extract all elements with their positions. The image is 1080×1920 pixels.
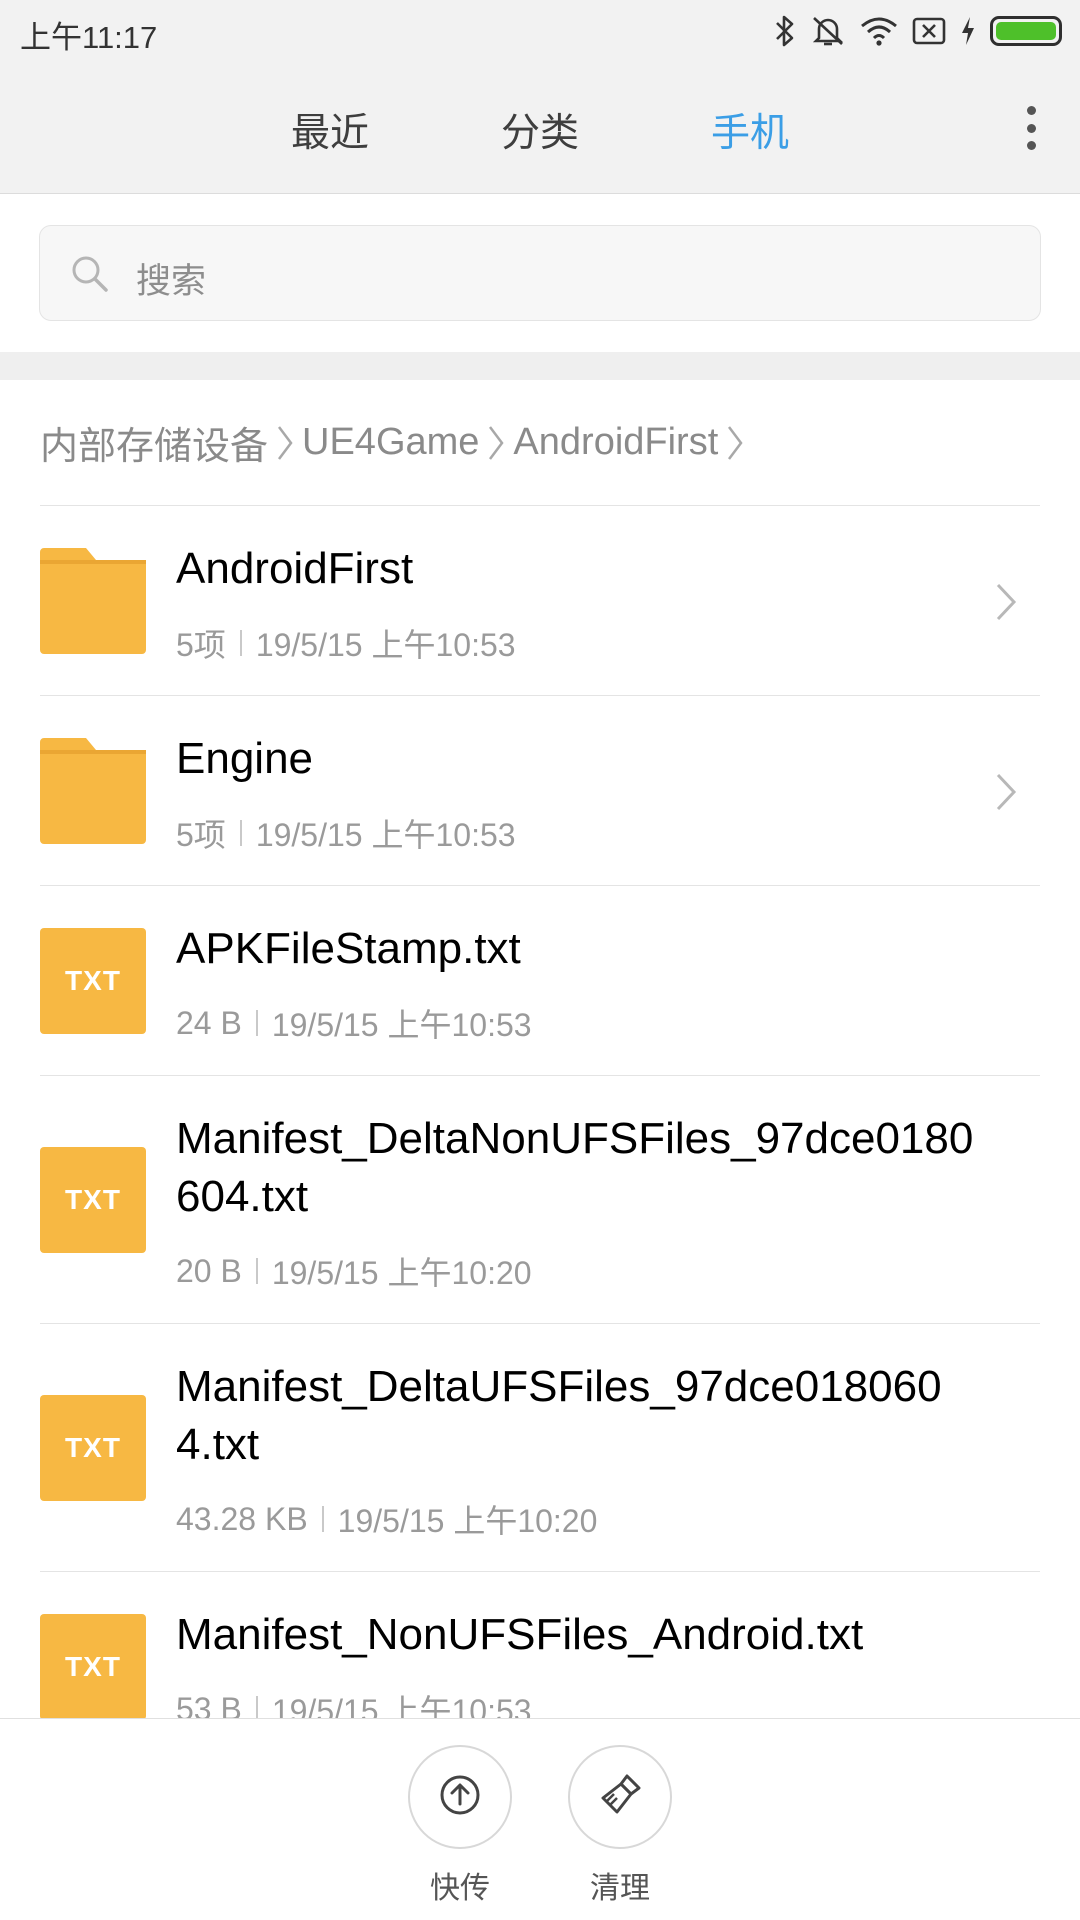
status-bar: 上午11:17 xyxy=(0,0,1080,62)
quick-share-button[interactable]: 快传 xyxy=(408,1745,512,1907)
file-date: 19/5/15 上午10:20 xyxy=(271,1255,532,1291)
no-sim-icon xyxy=(912,16,946,46)
file-date: 19/5/15 上午10:53 xyxy=(271,1007,532,1043)
file-date: 19/5/15 上午10:53 xyxy=(255,627,516,663)
search-area: 搜索 xyxy=(0,195,1080,352)
clean-label: 清理 xyxy=(590,1871,650,1906)
file-info: 5项 xyxy=(176,817,226,853)
clean-circle[interactable] xyxy=(568,1745,672,1849)
battery-icon xyxy=(990,16,1062,46)
file-row-txt[interactable]: TXT APKFileStamp.txt 24 B 19/5/15 上午10:53 xyxy=(0,886,1080,1076)
section-divider xyxy=(0,352,1080,380)
file-row-txt[interactable]: TXT Manifest_NonUFSFiles_Android.txt 53 … xyxy=(0,1572,1080,1718)
chevron-right-icon xyxy=(994,582,1018,626)
search-input[interactable]: 搜索 xyxy=(39,225,1041,321)
upload-icon xyxy=(438,1773,482,1821)
chevron-right-icon xyxy=(994,772,1018,816)
breadcrumb-item-ue4game[interactable]: UE4Game xyxy=(302,421,479,464)
file-row-txt[interactable]: TXT Manifest_DeltaUFSFiles_97dce0180604.… xyxy=(0,1324,1080,1572)
search-placeholder: 搜索 xyxy=(136,262,207,302)
txt-file-icon: TXT xyxy=(40,928,146,1034)
tab-category[interactable]: 分类 xyxy=(470,102,610,158)
breadcrumb-item-androidfirst[interactable]: AndroidFirst xyxy=(513,421,718,464)
file-date: 19/5/15 上午10:20 xyxy=(337,1503,598,1539)
mute-icon xyxy=(810,14,846,48)
quick-share-label: 快传 xyxy=(430,1871,490,1906)
battery-level xyxy=(996,22,1056,40)
file-meta: 20 B 19/5/15 上午10:20 xyxy=(176,1248,532,1294)
file-name: Manifest_DeltaNonUFSFiles_97dce0180604.t… xyxy=(176,1114,974,1221)
folder-icon xyxy=(40,548,146,654)
broom-icon xyxy=(597,1772,643,1822)
file-info: 53 B xyxy=(176,1690,242,1719)
file-list: AndroidFirst 5项 19/5/15 上午10:53 Engine 5项… xyxy=(0,506,1080,1718)
meta-separator xyxy=(255,1010,258,1036)
quick-share-circle[interactable] xyxy=(408,1745,512,1849)
breadcrumb: 内部存储设备 UE4Game AndroidFirst xyxy=(40,380,1040,506)
file-name: Engine xyxy=(176,734,314,783)
meta-separator xyxy=(321,1506,324,1532)
file-meta: 5项 19/5/15 上午10:53 xyxy=(176,620,516,666)
txt-file-icon: TXT xyxy=(40,1147,146,1253)
bluetooth-icon xyxy=(774,14,796,48)
file-name: Manifest_NonUFSFiles_Android.txt xyxy=(176,1610,864,1659)
more-options-button[interactable] xyxy=(1016,100,1046,156)
file-meta: 43.28 KB 19/5/15 上午10:20 xyxy=(176,1496,597,1542)
file-meta: 53 B 19/5/15 上午10:53 xyxy=(176,1686,532,1718)
file-meta: 24 B 19/5/15 上午10:53 xyxy=(176,1000,532,1046)
breadcrumb-item-storage[interactable]: 内部存储设备 xyxy=(40,415,268,470)
meta-separator xyxy=(255,1258,258,1284)
clean-button[interactable]: 清理 xyxy=(568,1745,672,1907)
chevron-right-icon xyxy=(485,423,507,463)
file-info: 43.28 KB xyxy=(176,1500,308,1537)
tab-bar: 最近 分类 手机 xyxy=(0,62,1080,194)
meta-separator xyxy=(239,820,242,846)
file-name: Manifest_DeltaUFSFiles_97dce0180604.txt xyxy=(176,1362,942,1469)
meta-separator xyxy=(255,1696,258,1718)
file-meta: 5项 19/5/15 上午10:53 xyxy=(176,810,516,856)
file-name: APKFileStamp.txt xyxy=(176,924,521,973)
tab-phone[interactable]: 手机 xyxy=(680,102,820,158)
file-row-txt[interactable]: TXT Manifest_DeltaNonUFSFiles_97dce01806… xyxy=(0,1076,1080,1324)
wifi-icon xyxy=(860,16,898,46)
meta-separator xyxy=(239,630,242,656)
folder-icon xyxy=(40,738,146,844)
status-icons xyxy=(774,10,1062,52)
top-header: 上午11:17 最近 分类 手机 xyxy=(0,0,1080,194)
bottom-action-bar: 快传 清理 xyxy=(0,1718,1080,1920)
file-info: 5项 xyxy=(176,627,226,663)
tab-recent[interactable]: 最近 xyxy=(260,102,400,158)
file-row-folder[interactable]: AndroidFirst 5项 19/5/15 上午10:53 xyxy=(0,506,1080,696)
chevron-right-icon xyxy=(724,423,746,463)
file-name: AndroidFirst xyxy=(176,544,414,593)
file-date: 19/5/15 上午10:53 xyxy=(271,1693,532,1718)
charging-icon xyxy=(960,16,976,46)
txt-file-icon: TXT xyxy=(40,1614,146,1718)
file-info: 24 B xyxy=(176,1004,242,1041)
search-icon xyxy=(68,252,112,300)
file-row-folder[interactable]: Engine 5项 19/5/15 上午10:53 xyxy=(0,696,1080,886)
more-dot-icon xyxy=(1026,141,1036,150)
txt-file-icon: TXT xyxy=(40,1395,146,1501)
more-dot-icon xyxy=(1026,106,1036,115)
more-dot-icon xyxy=(1026,123,1036,133)
file-date: 19/5/15 上午10:53 xyxy=(255,817,516,853)
status-time: 上午11:17 xyxy=(20,20,158,55)
chevron-right-icon xyxy=(274,423,296,463)
file-info: 20 B xyxy=(176,1252,242,1289)
